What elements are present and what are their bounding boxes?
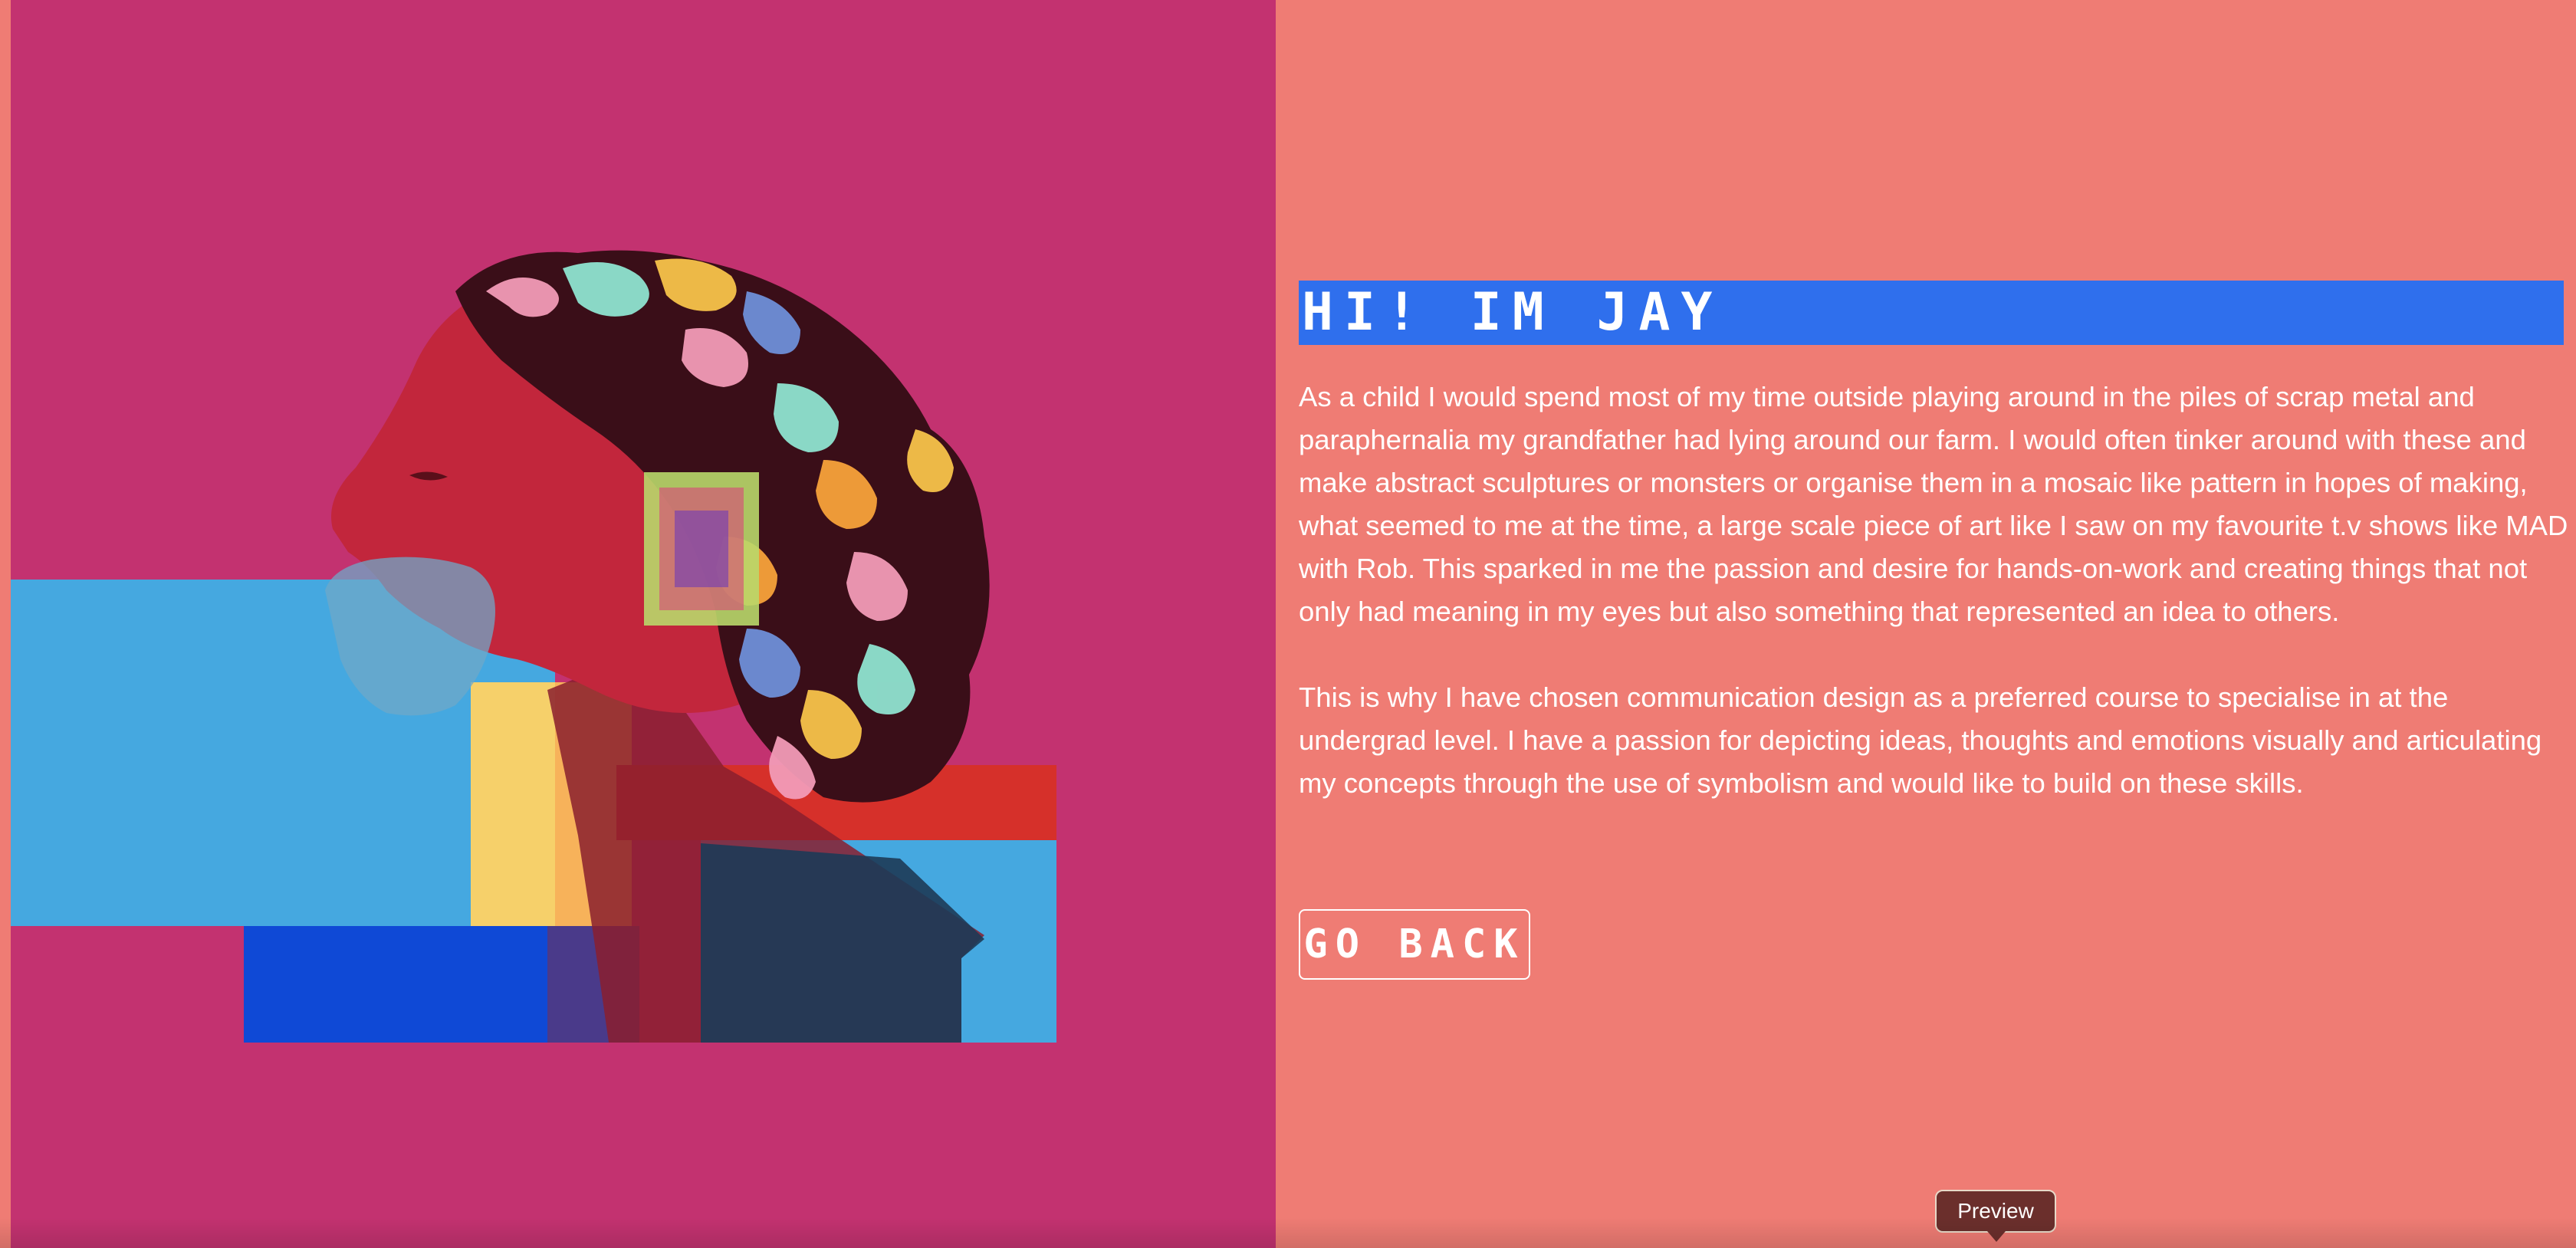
preview-tooltip: Preview	[1935, 1190, 2056, 1233]
bio-text: As a child I would spend most of my time…	[1299, 376, 2571, 848]
portrait-panel	[11, 0, 1276, 1248]
portrait-collage-artwork	[11, 250, 1056, 1043]
about-content: HI! IM JAY As a child I would spend most…	[1276, 0, 2576, 1248]
left-edge-strip	[0, 0, 11, 1248]
go-back-button[interactable]: GO BACK	[1299, 909, 1530, 980]
page-title-highlight: HI! IM JAY	[1299, 281, 2564, 345]
preview-tooltip-pointer	[1987, 1231, 2006, 1242]
bio-paragraph-1: As a child I would spend most of my time…	[1299, 381, 2568, 627]
page-title: HI! IM JAY	[1302, 282, 1723, 343]
bio-paragraph-2: This is why I have chosen communication …	[1299, 681, 2542, 799]
about-page: HI! IM JAY As a child I would spend most…	[0, 0, 2576, 1248]
